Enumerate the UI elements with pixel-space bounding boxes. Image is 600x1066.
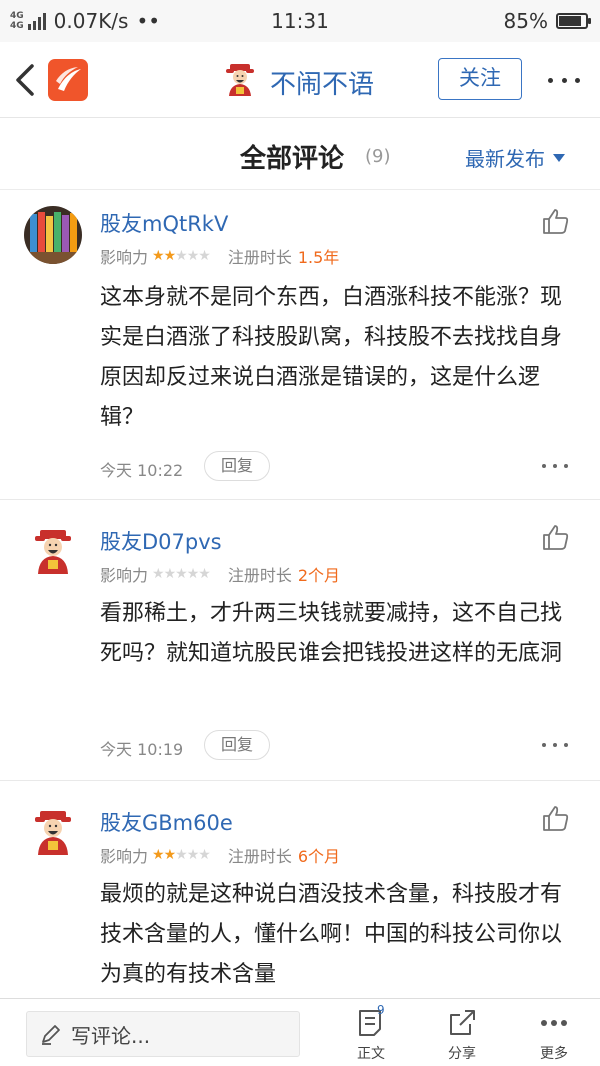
comment-text: 看那稀土，才升两三块钱就要减持，这不自己找死吗？就知道坑股民谁会把钱投进这样的无… bbox=[100, 601, 563, 666]
more-options-icon[interactable] bbox=[548, 78, 580, 86]
share-button[interactable]: 分享 bbox=[432, 1007, 492, 1065]
reply-button[interactable]: 回复 bbox=[204, 451, 270, 481]
influence-stars: ★ ★ ★ ★ ★ bbox=[152, 566, 211, 582]
comment-meta: 影响力 ★ ★ ★ ★ ★ 注册时长 2个月 bbox=[100, 562, 340, 586]
comments-header: 全部评论 (9) 最新发布 bbox=[0, 118, 600, 190]
comment-count-badge: 9 bbox=[377, 1003, 385, 1017]
influence-label: 影响力 bbox=[100, 566, 149, 585]
bottom-toolbar: 写评论... 9 正文 分享 更多 bbox=[0, 998, 600, 1066]
star-icon: ★ bbox=[152, 847, 165, 863]
star-icon: ★ bbox=[198, 248, 211, 264]
write-comment-placeholder: 写评论... bbox=[71, 1023, 151, 1048]
back-button[interactable] bbox=[10, 60, 42, 100]
reply-button[interactable]: 回复 bbox=[204, 730, 270, 760]
comments-title: 全部评论 bbox=[240, 144, 345, 174]
status-bar: 4G 4G 0.07K/s •• 11:31 85% bbox=[0, 0, 600, 42]
star-icon: ★ bbox=[175, 248, 188, 264]
more-icon bbox=[541, 1020, 567, 1026]
comment-item: 股友GBm60e 影响力 ★ ★ ★ ★ ★ 注册时长 6个月 最烦的就是这种说白酒没技… bbox=[0, 781, 600, 998]
comment-text: 这本身就不是同个东西，白酒涨科技不能涨？现实是白酒涨了科技股趴窝，科技股不去找找… bbox=[100, 285, 563, 430]
top-nav-bar: 不闹不语 关注 bbox=[0, 42, 600, 118]
sort-dropdown[interactable]: 最新发布 bbox=[465, 143, 565, 172]
registered-duration: 1.5年 bbox=[297, 248, 340, 267]
write-comment-input[interactable]: 写评论... bbox=[26, 1011, 300, 1057]
status-right: 85% bbox=[503, 9, 591, 33]
user-avatar[interactable] bbox=[24, 206, 82, 264]
registered-label: 注册时长 bbox=[227, 566, 292, 585]
comment-time: 今天 10:22 bbox=[100, 461, 184, 480]
more-button[interactable]: 更多 bbox=[524, 1007, 584, 1065]
star-icon: ★ bbox=[186, 566, 200, 582]
pen-icon bbox=[42, 1025, 60, 1045]
like-icon[interactable] bbox=[540, 803, 570, 833]
comment-username[interactable]: 股友D07pvs bbox=[100, 526, 222, 556]
star-icon: ★ bbox=[198, 847, 211, 863]
comment-more-icon[interactable] bbox=[542, 464, 568, 470]
registered-label: 注册时长 bbox=[227, 847, 292, 866]
fortune-god-icon bbox=[24, 803, 82, 861]
star-icon: ★ bbox=[152, 248, 165, 264]
sort-label: 最新发布 bbox=[465, 147, 545, 171]
registered-duration: 2个月 bbox=[297, 566, 341, 585]
follow-button[interactable]: 关注 bbox=[438, 58, 522, 100]
star-icon: ★ bbox=[186, 847, 200, 863]
star-icon: ★ bbox=[186, 248, 200, 264]
user-avatar[interactable] bbox=[24, 522, 82, 580]
comment-meta: 影响力 ★ ★ ★ ★ ★ 注册时长 1.5年 bbox=[100, 244, 339, 268]
star-icon: ★ bbox=[163, 566, 177, 582]
comment-item: 股友D07pvs 影响力 ★ ★ ★ ★ ★ 注册时长 2个月 看那稀土，才升两三块钱就… bbox=[0, 500, 600, 781]
star-icon: ★ bbox=[163, 847, 177, 863]
comments-count: (9) bbox=[365, 146, 391, 167]
registered-duration: 6个月 bbox=[297, 847, 341, 866]
author-avatar[interactable] bbox=[222, 62, 258, 98]
like-icon[interactable] bbox=[540, 206, 570, 236]
star-icon: ★ bbox=[175, 847, 188, 863]
app-logo-icon bbox=[56, 67, 81, 91]
comment-time: 今天 10:19 bbox=[100, 740, 184, 759]
article-label: 正文 bbox=[357, 1046, 385, 1062]
comment-item: 股友mQtRkV 影响力 ★ ★ ★ ★ ★ 注册时长 1.5年 这本身就不是同个东西，… bbox=[0, 190, 600, 500]
star-icon: ★ bbox=[163, 248, 177, 264]
comment-meta: 影响力 ★ ★ ★ ★ ★ 注册时长 6个月 bbox=[100, 843, 340, 867]
caret-down-icon bbox=[553, 153, 565, 162]
author-name[interactable]: 不闹不语 bbox=[270, 64, 374, 101]
influence-stars: ★ ★ ★ ★ ★ bbox=[152, 847, 211, 863]
battery-icon bbox=[556, 13, 591, 29]
influence-label: 影响力 bbox=[100, 248, 149, 267]
user-avatar[interactable] bbox=[24, 803, 82, 861]
like-icon[interactable] bbox=[540, 522, 570, 552]
star-icon: ★ bbox=[175, 566, 188, 582]
fortune-god-icon bbox=[24, 522, 82, 580]
registered-label: 注册时长 bbox=[227, 248, 292, 267]
article-button[interactable]: 9 正文 bbox=[341, 1003, 401, 1065]
comment-text: 最烦的就是这种说白酒没技术含量，科技股才有技术含量的人，懂什么啊！中国的科技公司… bbox=[100, 882, 563, 987]
star-icon: ★ bbox=[152, 566, 165, 582]
fortune-god-icon bbox=[226, 64, 254, 96]
comment-more-icon[interactable] bbox=[542, 743, 568, 749]
battery-percent: 85% bbox=[503, 9, 548, 33]
star-icon: ★ bbox=[198, 566, 211, 582]
comment-username[interactable]: 股友GBm60e bbox=[100, 807, 233, 837]
influence-stars: ★ ★ ★ ★ ★ bbox=[152, 248, 211, 264]
battery-fill bbox=[559, 16, 581, 26]
comment-username[interactable]: 股友mQtRkV bbox=[100, 208, 228, 238]
influence-label: 影响力 bbox=[100, 847, 149, 866]
app-logo[interactable] bbox=[48, 59, 88, 101]
more-label: 更多 bbox=[540, 1046, 568, 1062]
pencils-avatar-icon bbox=[24, 206, 82, 264]
share-label: 分享 bbox=[448, 1046, 476, 1062]
share-icon bbox=[450, 1010, 475, 1035]
chevron-left-icon bbox=[16, 64, 34, 96]
